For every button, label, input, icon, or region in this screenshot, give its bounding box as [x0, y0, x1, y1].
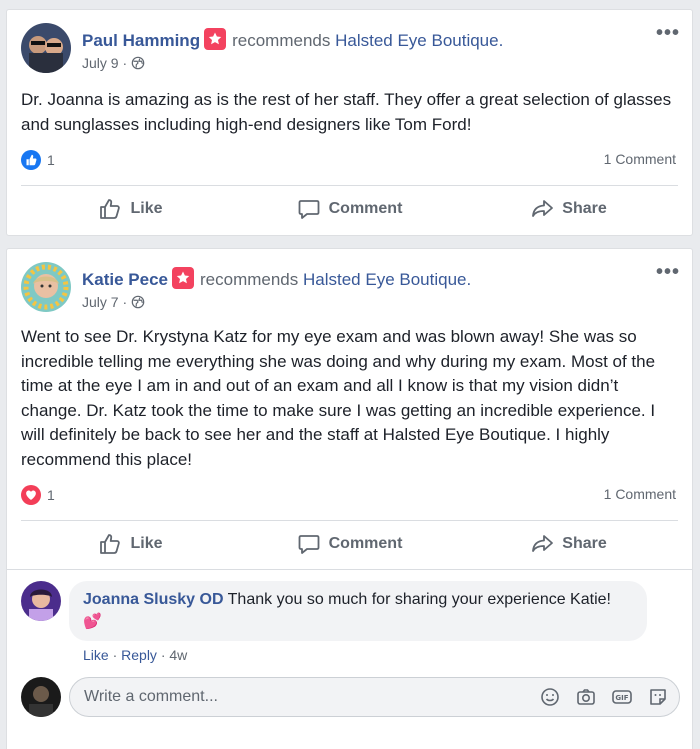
reaction-summary[interactable]: 1 — [21, 485, 55, 505]
post-date: July 9 · — [82, 55, 145, 71]
globe-icon — [131, 295, 145, 309]
page-link[interactable]: Halsted Eye Boutique. — [335, 31, 503, 50]
action-bar: Like Comment Share — [21, 527, 678, 561]
share-arrow-icon — [532, 200, 554, 217]
sticker-icon[interactable] — [647, 686, 669, 708]
reaction-count: 1 — [47, 487, 55, 503]
comment-text: Thank you so much for sharing your exper… — [227, 591, 611, 608]
post-body: Dr. Joanna is amazing as is the rest of … — [21, 90, 672, 134]
current-user-avatar[interactable] — [21, 677, 61, 717]
author-name[interactable]: Katie Pece — [82, 270, 168, 289]
like-label: Like — [130, 200, 163, 217]
love-icon — [21, 485, 41, 505]
comment-bubble: Joanna Slusky OD Thank you so much for s… — [69, 581, 647, 641]
commenter-avatar[interactable] — [21, 581, 61, 621]
comment-input[interactable]: Write a comment... — [84, 688, 218, 706]
globe-icon — [131, 56, 145, 70]
recommends-text: recommends — [232, 31, 331, 50]
like-label: Like — [130, 535, 163, 552]
recommendation-badge-icon — [204, 28, 227, 50]
share-arrow-icon — [532, 535, 554, 552]
reaction-count: 1 — [47, 152, 55, 168]
avatar[interactable] — [21, 23, 71, 73]
comment-meta: Like · Reply · 4w — [83, 647, 188, 663]
recommends-text: recommends — [200, 270, 299, 289]
thumbs-up-icon — [100, 199, 121, 219]
comment-input-box[interactable]: Write a comment... GIF — [69, 677, 680, 717]
review-post: Paul Hamming recommends Halsted Eye Bouti… — [6, 9, 693, 236]
more-options-icon[interactable]: ••• — [656, 262, 680, 282]
author-line: Paul Hamming recommends Halsted Eye Bouti… — [82, 28, 503, 51]
camera-icon[interactable] — [575, 686, 597, 708]
share-label: Share — [562, 200, 607, 217]
emoji-icon[interactable] — [539, 686, 561, 708]
speech-bubble-icon — [298, 200, 320, 219]
share-button[interactable]: Share — [459, 527, 678, 561]
divider — [7, 569, 692, 570]
comment-tools: GIF — [539, 686, 669, 708]
date-text[interactable]: July 7 · — [82, 294, 127, 310]
gif-icon[interactable]: GIF — [611, 686, 633, 708]
more-options-icon[interactable]: ••• — [656, 23, 680, 43]
comment-button[interactable]: Comment — [240, 192, 459, 226]
review-post: Katie Pece recommends Halsted Eye Boutiqu… — [6, 248, 693, 749]
comment-count[interactable]: 1 Comment — [604, 151, 676, 167]
divider — [21, 520, 678, 521]
comment-label: Comment — [328, 535, 403, 552]
like-button[interactable]: Like — [21, 192, 240, 226]
comment-reply-link[interactable]: Reply — [121, 647, 157, 663]
commenter-name[interactable]: Joanna Slusky OD — [83, 591, 224, 608]
author-name[interactable]: Paul Hamming — [82, 31, 200, 50]
page-link[interactable]: Halsted Eye Boutique. — [303, 270, 471, 289]
like-button[interactable]: Like — [21, 527, 240, 561]
hearts-emoji: 💕 — [83, 613, 102, 630]
speech-bubble-icon — [298, 535, 320, 554]
comment-count[interactable]: 1 Comment — [604, 486, 676, 502]
avatar[interactable] — [21, 262, 71, 312]
author-line: Katie Pece recommends Halsted Eye Boutiqu… — [82, 267, 471, 290]
comment-button[interactable]: Comment — [240, 527, 459, 561]
post-body: Went to see Dr. Krystyna Katz for my eye… — [21, 327, 656, 469]
reaction-summary[interactable]: 1 — [21, 150, 55, 170]
svg-text:GIF: GIF — [615, 694, 628, 702]
like-icon — [21, 150, 41, 170]
thumbs-up-icon — [100, 534, 121, 554]
comment-like-link[interactable]: Like — [83, 647, 109, 663]
share-button[interactable]: Share — [459, 192, 678, 226]
post-date: July 7 · — [82, 294, 145, 310]
comment-label: Comment — [328, 200, 403, 217]
recommendation-badge-icon — [172, 267, 194, 289]
share-label: Share — [562, 535, 607, 552]
date-text[interactable]: July 9 · — [82, 55, 127, 71]
action-bar: Like Comment Share — [21, 192, 678, 226]
comment-time[interactable]: 4w — [169, 647, 187, 663]
divider — [21, 185, 678, 186]
